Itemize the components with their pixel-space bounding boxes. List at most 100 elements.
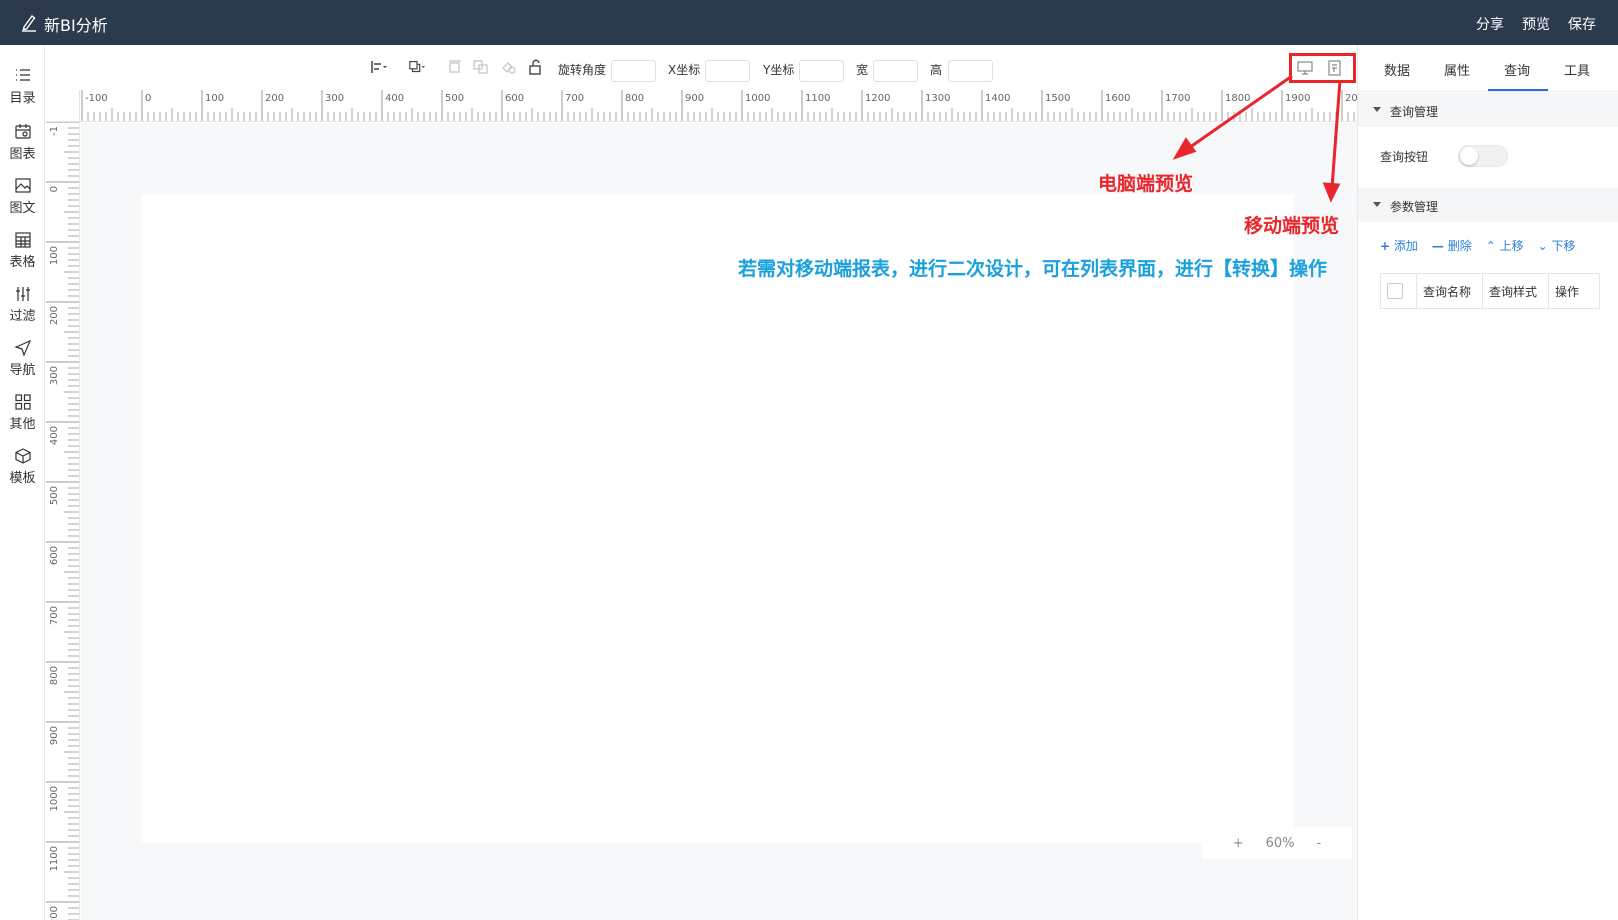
ruler-label: 1800 bbox=[1225, 93, 1250, 104]
layer-order-icon[interactable] bbox=[408, 59, 426, 75]
chart-icon bbox=[14, 124, 31, 139]
tab-data[interactable]: 数据 bbox=[1384, 60, 1410, 79]
component-sidebar: 目录 图表 图文 表格 过滤 导航 其他 模板 bbox=[0, 45, 45, 920]
height-input[interactable] bbox=[948, 60, 993, 82]
ruler-label: 200 bbox=[1345, 93, 1357, 104]
sidebar-item-label: 导航 bbox=[9, 363, 36, 378]
sidebar-item-label: 表格 bbox=[9, 255, 36, 270]
tab-tools[interactable]: 工具 bbox=[1564, 60, 1590, 79]
active-tab-indicator bbox=[1488, 89, 1548, 91]
ruler-label: 800 bbox=[625, 93, 644, 104]
chevron-down-icon: ⌄ bbox=[1537, 239, 1548, 253]
section-title: 参数管理 bbox=[1390, 200, 1439, 214]
chevron-up-icon: ⌃ bbox=[1485, 239, 1496, 253]
ruler-label: 500 bbox=[49, 486, 60, 505]
param-actions: + 添加 — 删除 ⌃ 上移 ⌄ 下移 bbox=[1380, 237, 1576, 254]
save-button[interactable]: 保存 bbox=[1568, 14, 1596, 34]
delete-param-button[interactable]: — 删除 bbox=[1432, 237, 1472, 254]
table-icon bbox=[14, 232, 31, 248]
ruler-label: 400 bbox=[385, 93, 404, 104]
app-title: 新BI分析 bbox=[44, 16, 108, 35]
y-coord-label: Y坐标 bbox=[763, 63, 795, 77]
pc-preview-annotation: 电脑端预览 bbox=[1098, 173, 1194, 195]
group-icon[interactable] bbox=[472, 59, 490, 75]
add-param-button[interactable]: + 添加 bbox=[1380, 237, 1418, 254]
ruler-label: 0 bbox=[49, 186, 60, 192]
zoom-level: 60% bbox=[1265, 835, 1295, 851]
rotate-input[interactable] bbox=[611, 60, 656, 82]
zoom-out-button[interactable]: - bbox=[1317, 836, 1322, 851]
mobile-preview-annotation: 移动端预览 bbox=[1244, 215, 1340, 237]
zoom-in-button[interactable]: + bbox=[1233, 836, 1244, 851]
distribute-icon[interactable] bbox=[446, 59, 464, 75]
lock-icon[interactable] bbox=[527, 59, 545, 75]
ruler-label: 100 bbox=[49, 246, 60, 265]
ruler-label: 1500 bbox=[1045, 93, 1070, 104]
sidebar-item-other[interactable]: 其他 bbox=[0, 393, 45, 439]
move-up-button[interactable]: ⌃ 上移 bbox=[1486, 237, 1524, 254]
template-icon bbox=[14, 448, 31, 464]
ruler-label: 1200 bbox=[865, 93, 890, 104]
sidebar-item-label: 过滤 bbox=[9, 309, 36, 324]
sidebar-item-label: 其他 bbox=[9, 417, 36, 432]
column-header: 操作 bbox=[1555, 284, 1580, 299]
ruler-label: 1100 bbox=[49, 846, 60, 871]
add-label: 添加 bbox=[1393, 239, 1418, 253]
filter-icon bbox=[15, 287, 30, 301]
tab-query[interactable]: 查询 bbox=[1504, 60, 1530, 79]
query-management-header[interactable]: 查询管理 bbox=[1358, 93, 1618, 127]
top-bar: 新BI分析 分享 预览 保存 bbox=[0, 0, 1618, 45]
right-panel: 数据 属性 查询 工具 查询管理 查询按钮 参数管理 + 添加 — 删除 ⌃ 上… bbox=[1357, 45, 1618, 920]
report-page[interactable] bbox=[141, 194, 1294, 842]
list-icon bbox=[15, 69, 30, 81]
grid-icon bbox=[14, 394, 31, 410]
ruler-label: 700 bbox=[565, 93, 584, 104]
move-down-button[interactable]: ⌄ 下移 bbox=[1538, 237, 1576, 254]
width-input[interactable] bbox=[873, 60, 918, 82]
sidebar-item-chart[interactable]: 图表 bbox=[0, 123, 45, 169]
ruler-label: 1600 bbox=[1105, 93, 1130, 104]
ruler-label: 1400 bbox=[985, 93, 1010, 104]
sidebar-item-label: 目录 bbox=[9, 91, 36, 106]
ruler-label: 1100 bbox=[805, 93, 830, 104]
ruler-label: 600 bbox=[49, 546, 60, 565]
sidebar-item-label: 图表 bbox=[9, 147, 36, 162]
sidebar-item-template[interactable]: 模板 bbox=[0, 447, 45, 493]
sidebar-item-filter[interactable]: 过滤 bbox=[0, 285, 45, 331]
ruler-label: 1300 bbox=[925, 93, 950, 104]
plus-icon: + bbox=[1380, 239, 1391, 253]
sidebar-item-navigation[interactable]: 导航 bbox=[0, 339, 45, 385]
vertical-ruler: -1 0 100 200 300 400 500 600 700 800 900 1000 1100 12… bbox=[46, 122, 80, 920]
align-left-icon[interactable] bbox=[370, 59, 388, 75]
width-label: 宽 bbox=[856, 63, 869, 77]
ruler-label: 1900 bbox=[1285, 93, 1310, 104]
x-coord-label: X坐标 bbox=[668, 63, 701, 77]
query-button-switch[interactable] bbox=[1458, 145, 1508, 167]
tab-properties[interactable]: 属性 bbox=[1444, 60, 1470, 79]
navigation-icon bbox=[13, 339, 31, 357]
sidebar-item-image-text[interactable]: 图文 bbox=[0, 177, 45, 223]
sidebar-item-catalog[interactable]: 目录 bbox=[0, 67, 45, 113]
design-canvas[interactable] bbox=[81, 123, 1357, 920]
ruler-label: 800 bbox=[49, 666, 60, 685]
sidebar-item-table[interactable]: 表格 bbox=[0, 231, 45, 277]
column-header: 查询样式 bbox=[1483, 274, 1549, 308]
ruler-label: 1200 bbox=[49, 906, 60, 920]
y-coord-input[interactable] bbox=[799, 60, 844, 82]
sidebar-item-label: 图文 bbox=[9, 201, 36, 216]
share-button[interactable]: 分享 bbox=[1476, 14, 1504, 34]
ruler-label: 900 bbox=[49, 726, 60, 745]
ruler-label: 100 bbox=[205, 93, 224, 104]
param-management-header[interactable]: 参数管理 bbox=[1358, 188, 1618, 222]
column-header: 查询名称 bbox=[1417, 274, 1483, 308]
ruler-label: 200 bbox=[265, 93, 284, 104]
select-all-checkbox[interactable] bbox=[1387, 283, 1403, 299]
param-table-header: 查询名称 查询样式 操作 bbox=[1380, 273, 1600, 309]
preview-button[interactable]: 预览 bbox=[1522, 14, 1550, 34]
x-coord-input[interactable] bbox=[705, 60, 750, 82]
ungroup-icon[interactable] bbox=[500, 59, 518, 75]
ruler-label: 600 bbox=[505, 93, 524, 104]
toolbar: 旋转角度 X坐标 Y坐标 宽 高 bbox=[46, 45, 1357, 90]
top-actions: 分享 预览 保存 bbox=[1476, 14, 1596, 34]
ruler-label: -100 bbox=[85, 93, 108, 104]
